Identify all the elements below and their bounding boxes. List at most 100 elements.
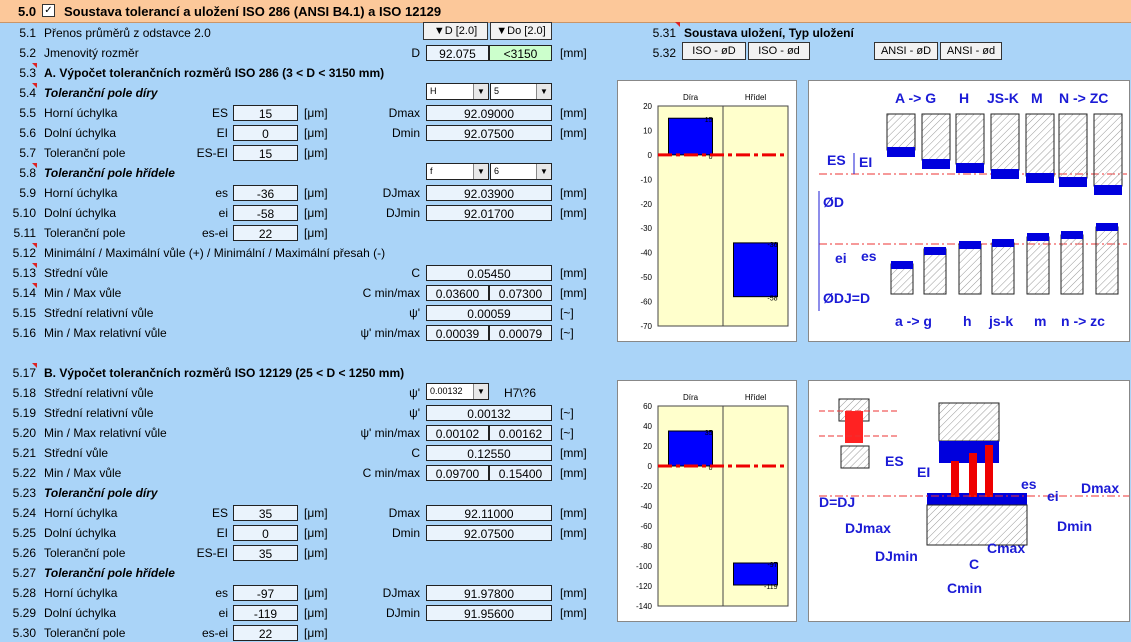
- value-field[interactable]: 0: [233, 125, 298, 141]
- value-field[interactable]: 35: [233, 505, 298, 521]
- ansi-shaft-button[interactable]: ANSI - ød: [940, 42, 1002, 60]
- min-value-field[interactable]: 0.09700: [426, 465, 489, 481]
- unit-label: [mm]: [560, 46, 587, 60]
- symbol-label-2: DJmax: [382, 186, 420, 200]
- value-field[interactable]: 22: [233, 225, 298, 241]
- symbol-label: ei: [218, 206, 228, 220]
- value-field-2[interactable]: 92.03900: [426, 185, 552, 201]
- row-number: 5.6: [19, 126, 36, 140]
- transfer-do-button[interactable]: ▼Do [2.0]: [490, 22, 552, 40]
- d2-label-dmax: Dmax: [1081, 480, 1119, 496]
- bearing-diagram: ES EI es ei Dmax Dmin D=DJ DJmax DJmin C…: [808, 380, 1130, 622]
- row-number: 5.9: [19, 186, 36, 200]
- value-field-2[interactable]: 92.07500: [426, 125, 552, 141]
- note-marker-icon: [32, 63, 37, 68]
- value-field[interactable]: 0.12550: [426, 445, 552, 461]
- chevron-down-icon[interactable]: ▼: [473, 164, 488, 179]
- iso-hole-button[interactable]: ISO - øD: [682, 42, 746, 60]
- chevron-down-icon[interactable]: ▼: [473, 384, 488, 399]
- unit-label-2: [mm]: [560, 106, 587, 120]
- category-label: Hřídel: [745, 93, 767, 102]
- d2-label-es2: es: [1021, 476, 1037, 492]
- unit-label: [μm]: [304, 546, 328, 560]
- min-value-field[interactable]: 0.00039: [426, 325, 489, 341]
- shaft-letter-select[interactable]: f ▼: [426, 163, 489, 180]
- y-tick-label: 40: [643, 422, 652, 431]
- d2-label-c: C: [969, 556, 979, 572]
- d2-label-ei2: ei: [1047, 488, 1059, 504]
- nominal-size-field[interactable]: 92.075: [426, 45, 489, 61]
- d1-label-m-low: m: [1034, 313, 1046, 329]
- transfer-d-button[interactable]: ▼D [2.0]: [423, 22, 488, 40]
- value-field[interactable]: -36: [233, 185, 298, 201]
- tolerance-bar: [733, 242, 778, 298]
- value-field[interactable]: 22: [233, 625, 298, 641]
- unit-label: [μm]: [304, 186, 328, 200]
- ansi-hole-button[interactable]: ANSI - øD: [874, 42, 938, 60]
- max-value-field[interactable]: 0.00079: [489, 325, 552, 341]
- symbol-label: es: [215, 186, 228, 200]
- value-field-2[interactable]: 92.07500: [426, 525, 552, 541]
- value-field[interactable]: 35: [233, 545, 298, 561]
- min-value-field[interactable]: 0.00102: [426, 425, 489, 441]
- row-number: 5.20: [12, 426, 36, 440]
- value-field-2[interactable]: 91.97800: [426, 585, 552, 601]
- shaft-grade-value: 6: [494, 166, 500, 176]
- value-field[interactable]: 15: [233, 145, 298, 161]
- row-number: 5.19: [12, 406, 36, 420]
- row-label: A. Výpočet tolerančních rozměrů ISO 286 …: [44, 66, 385, 80]
- max-value-field[interactable]: 0.07300: [489, 285, 552, 301]
- chevron-down-icon[interactable]: ▼: [536, 84, 551, 99]
- section-checkbox[interactable]: ✓: [42, 4, 55, 17]
- category-label: Díra: [683, 393, 699, 402]
- d2-label-es: ES: [885, 453, 904, 469]
- value-field-2[interactable]: 92.11000: [426, 505, 552, 521]
- value-field[interactable]: -97: [233, 585, 298, 601]
- d1-label-jsk-low: js-k: [988, 313, 1013, 329]
- note-marker-icon: [32, 263, 37, 268]
- d1-label-es: ES: [827, 152, 846, 168]
- row-number: 5.15: [12, 306, 36, 320]
- min-value-field[interactable]: 0.03600: [426, 285, 489, 301]
- symbol-label: ES-EI: [196, 546, 228, 560]
- unit-label: [μm]: [304, 206, 328, 220]
- value-field[interactable]: -119: [233, 605, 298, 621]
- d1-label-ei: EI: [859, 154, 872, 170]
- relative-clearance-select[interactable]: 0.00132 ▼: [426, 383, 489, 400]
- value-field[interactable]: 0: [233, 525, 298, 541]
- max-value-field[interactable]: 0.00162: [489, 425, 552, 441]
- max-value-field[interactable]: 0.15400: [489, 465, 552, 481]
- row-number: 5.12: [12, 246, 36, 260]
- d2-label-djmax: DJmax: [845, 520, 891, 536]
- value-field[interactable]: -58: [233, 205, 298, 221]
- value-field[interactable]: 0.00059: [426, 305, 552, 321]
- value-field[interactable]: 0.00132: [426, 405, 552, 421]
- row-number: 5.8: [19, 166, 36, 180]
- y-tick-label: -40: [640, 249, 652, 258]
- row-label: Toleranční pole hřídele: [44, 166, 175, 180]
- row-number: 5.21: [12, 446, 36, 460]
- value-field-2[interactable]: 91.95600: [426, 605, 552, 621]
- hole-grade-select[interactable]: 5 ▼: [490, 83, 552, 100]
- shaft-grade-select[interactable]: 6 ▼: [490, 163, 552, 180]
- unit-label: [μm]: [304, 146, 328, 160]
- row-label: Minimální / Maximální vůle (+) / Minimál…: [44, 246, 386, 260]
- relative-clearance-value: 0.00132: [430, 386, 463, 396]
- chevron-down-icon[interactable]: ▼: [473, 84, 488, 99]
- hole-letter-select[interactable]: H ▼: [426, 83, 489, 100]
- symbol-label: es-ei: [201, 226, 228, 240]
- row-number: 5.30: [12, 626, 36, 640]
- value-field[interactable]: 0.05450: [426, 265, 552, 281]
- value-field[interactable]: 15: [233, 105, 298, 121]
- iso-shaft-button[interactable]: ISO - ød: [748, 42, 810, 60]
- chart-a: 20 10 0 -10 -20 -30 -40 -50 -60 -70 Díra Hřídel 15 0-…: [617, 80, 797, 342]
- row-label: Min / Max relativní vůle: [44, 326, 167, 340]
- row-label: Dolní úchylka: [44, 526, 117, 540]
- value-field-2[interactable]: 92.09000: [426, 105, 552, 121]
- row-label: Horní úchylka: [44, 186, 118, 200]
- row-number: 5.23: [12, 486, 36, 500]
- symbol-label-2: DJmin: [385, 206, 420, 220]
- value-field-2[interactable]: 92.01700: [426, 205, 552, 221]
- row-number: 5.26: [12, 546, 36, 560]
- chevron-down-icon[interactable]: ▼: [536, 164, 551, 179]
